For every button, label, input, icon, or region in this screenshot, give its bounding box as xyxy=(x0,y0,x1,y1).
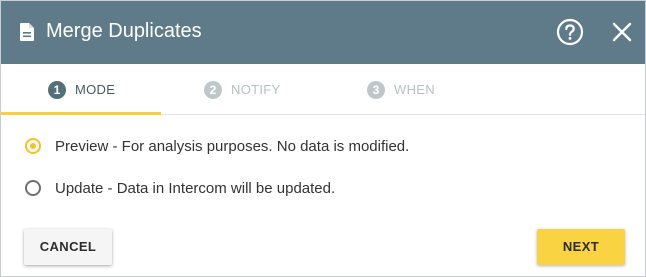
help-circle-icon[interactable] xyxy=(556,18,584,46)
step-label: MODE xyxy=(75,82,116,97)
dialog-header: Merge Duplicates xyxy=(1,1,645,64)
dialog-title: Merge Duplicates xyxy=(46,20,202,42)
step-when[interactable]: 3 WHEN xyxy=(321,64,481,114)
step-mode[interactable]: 1 MODE xyxy=(1,64,161,115)
active-step-indicator xyxy=(1,112,161,115)
step-notify[interactable]: 2 NOTIFY xyxy=(161,64,321,114)
stepper: 1 MODE 2 NOTIFY 3 WHEN xyxy=(1,64,645,115)
update-label: Update - Data in Intercom will be update… xyxy=(55,180,336,197)
step-label: WHEN xyxy=(394,82,435,97)
option-update[interactable]: Update - Data in Intercom will be update… xyxy=(25,179,365,201)
update-radio[interactable] xyxy=(25,180,41,196)
document-icon xyxy=(20,23,34,41)
preview-radio[interactable] xyxy=(25,138,41,154)
option-preview[interactable]: Preview - For analysis purposes. No data… xyxy=(25,137,445,159)
step-label: NOTIFY xyxy=(231,82,281,97)
close-icon[interactable] xyxy=(611,21,633,43)
step-number: 1 xyxy=(48,81,66,99)
next-button[interactable]: NEXT xyxy=(537,229,625,265)
step-number: 3 xyxy=(367,81,385,99)
merge-duplicates-dialog: Merge Duplicates 1 MODE 2 NOTIFY 3 WHEN … xyxy=(0,0,646,277)
step-number: 2 xyxy=(204,81,222,99)
cancel-button[interactable]: CANCEL xyxy=(24,229,112,265)
preview-label: Preview - For analysis purposes. No data… xyxy=(55,138,410,155)
radio-selected-dot xyxy=(30,143,36,149)
